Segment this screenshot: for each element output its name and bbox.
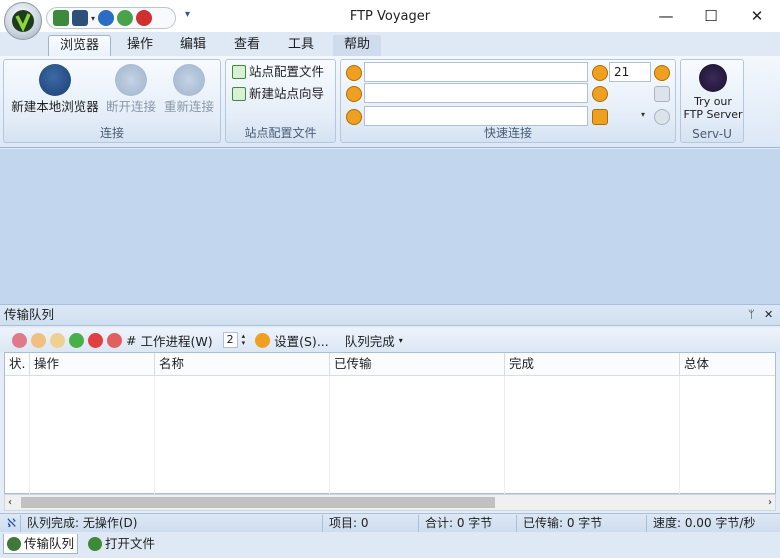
queue-panel-title: 传输队列 <box>4 307 55 322</box>
tab-edit[interactable]: 编辑 <box>169 35 217 57</box>
start-icon[interactable] <box>69 332 84 348</box>
status-speed: 速度: 0.00 字节/秒 <box>646 515 780 532</box>
group-connect: 新建本地浏览器 断开连接 重新连接 连接 <box>3 59 221 143</box>
connect-arrow-icon[interactable] <box>592 109 608 125</box>
site-profile-icon <box>232 65 246 79</box>
settings-button[interactable]: 设置(S)... <box>274 331 329 350</box>
skip-icon[interactable] <box>31 332 46 348</box>
workers-hash: # <box>126 332 137 348</box>
queue-done-chevron-icon[interactable]: ▾ <box>399 336 403 345</box>
new-site-wizard-button[interactable]: 新建站点向导 <box>232 84 324 104</box>
queue-done-dropdown[interactable]: 队列完成 <box>345 331 395 350</box>
tab-tools[interactable]: 工具 <box>277 35 325 57</box>
tab-help[interactable]: 帮助 <box>333 35 382 57</box>
status-transferred: 已传输: 0 字节 <box>516 515 644 532</box>
transfer-queue-icon <box>7 536 21 551</box>
group-label-servu: Serv-U <box>692 127 732 141</box>
col-transferred[interactable]: 已传输 <box>330 353 505 376</box>
col-status[interactable]: 状. <box>5 353 30 376</box>
user-icon <box>346 86 362 102</box>
status-bar: ℵ 队列完成: 无操作(D) 项目: 0 合计: 0 字节 已传输: 0 字节 … <box>0 513 780 532</box>
bottom-tabs: 传输队列 打开文件 <box>0 532 780 558</box>
port-input[interactable]: 21 <box>609 62 651 82</box>
settings-icon <box>255 332 271 348</box>
queue-toolbar: # 工作进程(W) 2 ▴ ▾ 设置(S)... 队列完成 ▾ <box>0 328 780 352</box>
maximize-button[interactable]: ☐ <box>701 6 721 26</box>
address-input[interactable] <box>364 62 588 82</box>
stop-icon[interactable] <box>12 332 27 348</box>
tab-operation[interactable]: 操作 <box>116 35 164 57</box>
ftp-voyager-logo-icon <box>12 10 34 33</box>
queue-table: 状. 操作 名称 已传输 完成 总体 <box>4 352 776 494</box>
pause-icon[interactable] <box>50 332 65 348</box>
scroll-right-icon[interactable]: › <box>768 495 772 510</box>
port-icon <box>592 65 608 81</box>
reconnect-button[interactable]: 重新连接 <box>161 64 217 115</box>
app-menu-button[interactable] <box>4 2 42 40</box>
monitor-icon <box>39 64 71 96</box>
reconnect-icon <box>173 64 205 96</box>
status-items: 项目: 0 <box>322 515 416 532</box>
connect-now-icon[interactable] <box>654 65 670 81</box>
close-button[interactable]: ✕ <box>747 6 767 26</box>
group-label-connect: 连接 <box>99 126 124 140</box>
disconnect-button[interactable]: 断开连接 <box>105 64 157 115</box>
tab-transfer-queue[interactable]: 传输队列 <box>3 534 79 554</box>
remove-icon[interactable] <box>88 332 103 348</box>
try-servu-button[interactable]: Try our FTP Server <box>681 64 745 121</box>
col-overall[interactable]: 总体 <box>680 353 775 376</box>
browser-work-area[interactable] <box>0 149 780 304</box>
tab-view[interactable]: 查看 <box>223 35 271 57</box>
col-complete[interactable]: 完成 <box>505 353 680 376</box>
group-label-site-profiles: 站点配置文件 <box>244 126 317 140</box>
workers-spinner-arrows-icon[interactable]: ▴ ▾ <box>242 333 246 347</box>
workers-label: 工作进程(W) <box>140 333 213 349</box>
status-queue-done: 队列完成: 无操作(D) <box>20 515 320 532</box>
connect-dropdown-icon[interactable]: ▾ <box>641 110 645 119</box>
tab-browser[interactable]: 浏览器 <box>48 35 112 57</box>
username-input[interactable] <box>364 83 588 103</box>
address-icon <box>346 65 362 81</box>
wizard-icon <box>232 87 246 101</box>
status-total: 合计: 0 字节 <box>418 515 514 532</box>
horizontal-scrollbar[interactable]: ‹ › <box>4 494 776 511</box>
workers-spinner[interactable]: 2 <box>222 332 238 348</box>
remove-all-icon[interactable] <box>107 332 122 348</box>
status-marker-icon: ℵ <box>7 516 16 530</box>
col-name[interactable]: 名称 <box>155 353 330 376</box>
group-servu: Try our FTP Server Serv-U <box>680 59 744 143</box>
group-quick-connect: 21 ▾ 快速连接 <box>340 59 676 143</box>
new-local-browser-button[interactable]: 新建本地浏览器 <box>8 64 102 115</box>
password-icon <box>346 109 362 125</box>
scrollbar-thumb[interactable] <box>21 497 495 508</box>
password-input[interactable] <box>364 106 588 126</box>
minimize-button[interactable]: — <box>656 6 676 26</box>
col-operation[interactable]: 操作 <box>30 353 155 376</box>
open-files-icon <box>88 537 102 551</box>
cancel-icon[interactable] <box>654 109 670 125</box>
panel-close-icon[interactable]: ✕ <box>764 305 773 325</box>
servu-logo-icon <box>699 64 727 92</box>
group-site-profiles: 站点配置文件 新建站点向导 站点配置文件 <box>225 59 336 143</box>
disconnect-icon <box>115 64 147 96</box>
tab-open-files[interactable]: 打开文件 <box>85 534 158 554</box>
scroll-left-icon[interactable]: ‹ <box>8 495 12 510</box>
group-label-quick-connect: 快速连接 <box>483 126 532 140</box>
site-profile-button[interactable]: 站点配置文件 <box>232 62 324 82</box>
save-icon[interactable] <box>654 86 670 102</box>
pin-icon[interactable]: ᛘ <box>748 305 755 325</box>
anonymous-icon[interactable] <box>592 86 608 102</box>
queue-panel-header: 传输队列 ᛘ ✕ <box>0 304 780 326</box>
